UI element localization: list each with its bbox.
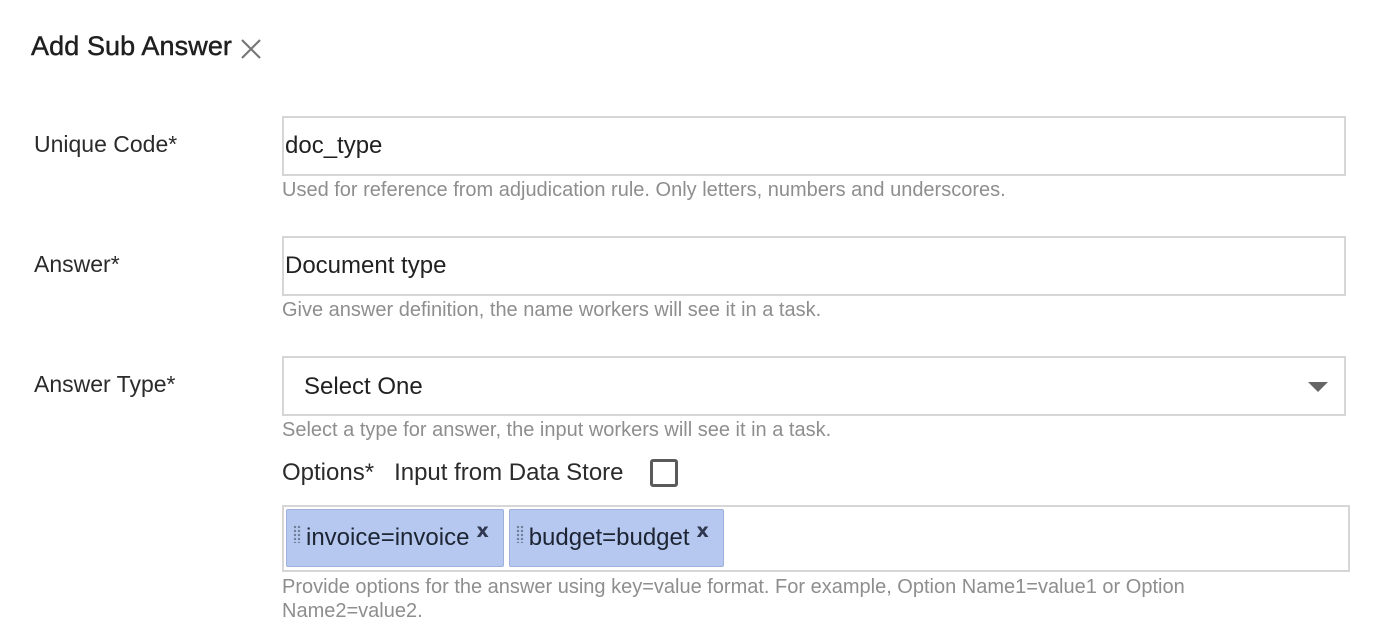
answer-type-selected-value: Select One [304,373,423,400]
answer-field-box [282,236,1346,296]
chevron-down-icon [1308,382,1328,392]
unique-code-label: Unique Code* [34,131,178,157]
unique-code-help: Used for reference from adjudication rul… [282,179,1006,201]
options-tags-input[interactable]: invoice=invoice x budget=budget x [282,505,1350,572]
options-label: Options* [282,459,375,486]
remove-tag-button[interactable]: x [476,520,488,542]
answer-type-label: Answer Type* [34,371,176,397]
answer-input[interactable] [284,238,1344,294]
answer-label: Answer* [34,251,120,277]
options-help: Provide options for the answer using key… [282,576,1185,622]
answer-type-help: Select a type for answer, the input work… [282,419,832,441]
close-icon [241,39,261,59]
remove-tag-button[interactable]: x [697,520,709,542]
close-button[interactable] [238,36,264,62]
data-store-label: Input from Data Store [394,459,624,486]
add-sub-answer-dialog: Add Sub Answer Unique Code* Used for ref… [0,0,1378,640]
unique-code-input[interactable] [284,118,1344,174]
unique-code-field-box [282,116,1346,176]
drag-handle-icon[interactable] [515,525,524,543]
dialog-header: Add Sub Answer [31,26,264,66]
answer-type-select[interactable]: Select One [282,356,1346,416]
dialog-title: Add Sub Answer [31,30,233,61]
options-row: Options* Input from Data Store [282,456,678,490]
drag-handle-icon[interactable] [293,525,301,543]
answer-help: Give answer definition, the name workers… [282,299,822,321]
data-store-checkbox[interactable] [649,459,678,487]
option-tag: budget=budget x [508,509,724,567]
option-tag-label: budget=budget [528,524,690,551]
option-tag: invoice=invoice x [286,509,504,567]
option-tag-label: invoice=invoice [306,524,470,551]
